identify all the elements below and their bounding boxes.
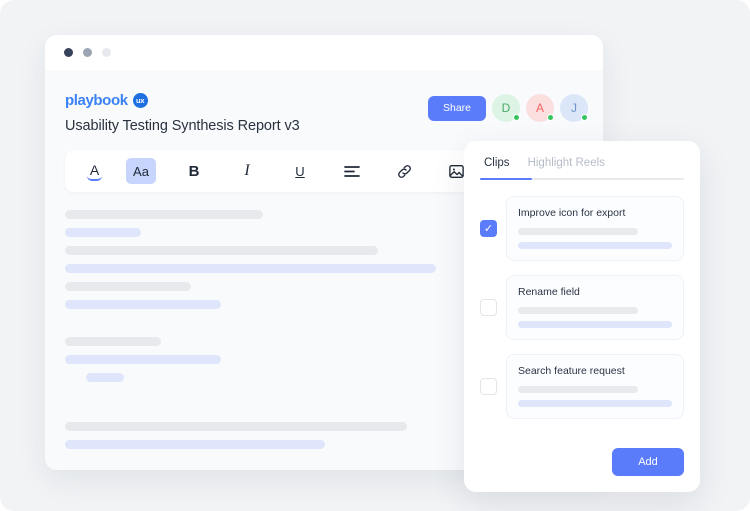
clip-card[interactable]: Rename field xyxy=(506,275,684,340)
app-mockup: playbook ux Usability Testing Synthesis … xyxy=(0,0,750,511)
text-placeholder-bar xyxy=(65,264,436,273)
window-minimize-dot[interactable] xyxy=(83,48,92,57)
avatar[interactable]: J xyxy=(560,94,588,122)
align-left-icon[interactable] xyxy=(337,158,367,184)
avatar[interactable]: D xyxy=(492,94,520,122)
text-color-icon[interactable]: A xyxy=(87,161,102,181)
brand-wordmark: playbook xyxy=(65,92,128,109)
add-button[interactable]: Add xyxy=(612,448,684,476)
tab-highlight-reels[interactable]: Highlight Reels xyxy=(528,157,605,180)
clip-placeholder-bar xyxy=(518,228,639,235)
text-placeholder-bar xyxy=(65,300,221,309)
font-size-icon[interactable]: Aa xyxy=(126,158,156,184)
online-status-dot xyxy=(547,114,554,121)
clip-checkbox[interactable] xyxy=(480,378,497,395)
avatar-initial: J xyxy=(571,101,577,115)
text-placeholder-bar xyxy=(65,282,191,291)
ux-badge-icon: ux xyxy=(132,93,148,108)
clip-card[interactable]: Improve icon for export xyxy=(506,196,684,261)
clip-card[interactable]: Search feature request xyxy=(506,354,684,419)
list-item: Rename field xyxy=(480,275,684,340)
clip-list: ✓ Improve icon for export Rename field S… xyxy=(480,196,684,419)
text-placeholder-bar xyxy=(65,246,378,255)
avatar[interactable]: A xyxy=(526,94,554,122)
clip-placeholder-bar xyxy=(518,321,672,328)
clips-panel: Clips Highlight Reels ✓ Improve icon for… xyxy=(464,141,700,492)
clip-placeholder-bar xyxy=(518,307,639,314)
clip-title: Rename field xyxy=(518,286,580,298)
avatar-initial: D xyxy=(501,101,511,115)
window-close-dot[interactable] xyxy=(64,48,73,57)
clip-placeholder-bar xyxy=(518,400,672,407)
clip-title: Improve icon for export xyxy=(518,207,626,219)
clip-checkbox[interactable]: ✓ xyxy=(480,220,497,237)
underline-icon[interactable]: U xyxy=(285,158,315,184)
text-placeholder-bar xyxy=(86,373,124,382)
tab-clips[interactable]: Clips xyxy=(484,157,510,180)
italic-icon[interactable]: I xyxy=(232,158,262,184)
text-placeholder-bar xyxy=(65,355,221,364)
panel-tabs: Clips Highlight Reels xyxy=(480,157,684,180)
text-placeholder-bar xyxy=(65,422,407,431)
clip-checkbox[interactable] xyxy=(480,299,497,316)
clip-title: Search feature request xyxy=(518,365,625,377)
text-placeholder-bar xyxy=(65,228,141,237)
window-titlebar xyxy=(45,35,603,70)
tab-active-indicator xyxy=(480,177,532,180)
list-item: Search feature request xyxy=(480,354,684,419)
clip-placeholder-bar xyxy=(518,386,639,393)
window-maximize-dot[interactable] xyxy=(102,48,111,57)
document-header-actions: Share D A J xyxy=(428,94,588,122)
list-item: ✓ Improve icon for export xyxy=(480,196,684,261)
avatar-initial: A xyxy=(535,101,544,115)
share-button[interactable]: Share xyxy=(428,95,486,121)
bold-icon[interactable]: B xyxy=(179,158,209,184)
text-placeholder-bar xyxy=(65,337,161,346)
text-placeholder-bar xyxy=(65,210,263,219)
online-status-dot xyxy=(581,114,588,121)
link-icon[interactable] xyxy=(389,158,419,184)
online-status-dot xyxy=(513,114,520,121)
text-placeholder-bar xyxy=(65,440,325,449)
clip-placeholder-bar xyxy=(518,242,672,249)
